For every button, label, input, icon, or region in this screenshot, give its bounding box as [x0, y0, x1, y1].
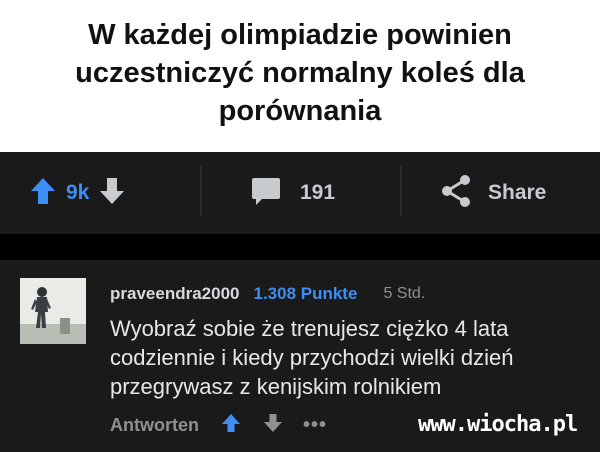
downvote-arrow-icon[interactable] — [99, 177, 125, 210]
comments-button[interactable]: 191 — [250, 152, 335, 234]
username[interactable]: praveendra2000 — [110, 284, 239, 304]
share-icon — [440, 174, 472, 213]
reply-button[interactable]: Antworten — [110, 415, 199, 436]
avatar[interactable] — [20, 278, 86, 344]
share-label: Share — [488, 181, 547, 204]
comment-meta: praveendra2000 1.308 Punkte 5 Std. — [110, 282, 425, 306]
toolbar-divider — [400, 166, 402, 216]
section-separator — [0, 234, 600, 260]
comment-count: 191 — [300, 181, 336, 204]
vote-count: 9k — [66, 181, 90, 204]
comment-body: Wyobraź sobie że trenujesz ciężko 4 lata… — [110, 316, 514, 399]
points-badge: 1.308 Punkte — [253, 284, 358, 303]
more-options-icon[interactable]: ••• — [303, 414, 327, 437]
upvote-arrow-icon[interactable] — [30, 177, 56, 210]
meme-caption: W każdej olimpiadzie powinien uczestnicz… — [0, 0, 600, 152]
comment-age: 5 Std. — [383, 285, 426, 302]
comment-bubble-icon — [250, 175, 282, 212]
watermark: www.wiocha.pl — [418, 412, 578, 437]
post-toolbar: 9k 191 Share — [0, 152, 600, 234]
vote-group: 9k — [30, 152, 125, 234]
share-button[interactable]: Share — [440, 152, 546, 234]
comment-actions: Antworten ••• — [110, 412, 327, 438]
comment-upvote-icon[interactable] — [221, 413, 241, 438]
comment-downvote-icon[interactable] — [263, 413, 283, 438]
runner-avatar-image — [20, 278, 86, 344]
caption-text: W każdej olimpiadzie powinien uczestnicz… — [75, 19, 525, 127]
toolbar-divider — [200, 166, 202, 216]
